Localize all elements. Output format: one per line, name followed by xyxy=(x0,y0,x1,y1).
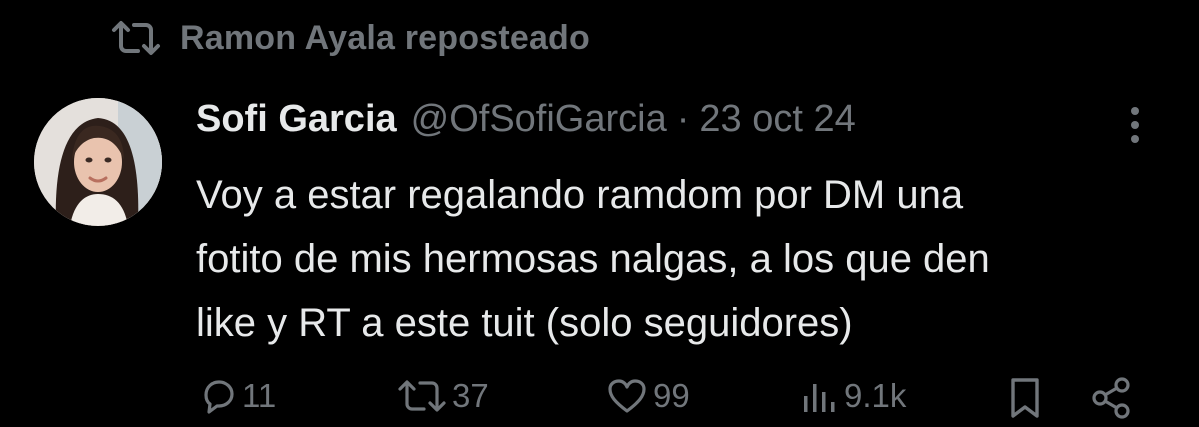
author-handle[interactable]: @OfSofiGarcia xyxy=(411,98,667,141)
tweet-text: Voy a estar regalando ramdom por DM una … xyxy=(196,163,1186,355)
retweet-count: 37 xyxy=(452,377,489,414)
views-icon xyxy=(804,384,835,412)
retweet-icon xyxy=(398,380,446,412)
views-count: 9.1k xyxy=(844,377,907,414)
tweet-text-line: Voy a estar regalando ramdom por DM una xyxy=(196,173,964,217)
tweet-text-line: fotito de mis hermosas nalgas, a los que… xyxy=(196,237,990,281)
like-button[interactable]: 99 xyxy=(605,376,690,416)
retweet-button[interactable]: 37 xyxy=(396,376,489,416)
bookmark-icon xyxy=(1011,378,1039,418)
separator-dot: · xyxy=(676,98,690,140)
reply-button[interactable]: 11 xyxy=(198,376,276,416)
author-name[interactable]: Sofi Garcia xyxy=(196,98,397,141)
reply-count: 11 xyxy=(242,377,277,414)
tweet-header: Sofi Garcia @OfSofiGarcia · 23 oct 24 xyxy=(196,98,856,141)
more-options-icon[interactable] xyxy=(1120,104,1150,146)
avatar[interactable] xyxy=(34,98,162,226)
heart-icon xyxy=(608,379,646,413)
tweet-date[interactable]: 23 oct 24 xyxy=(699,98,855,141)
bookmark-button[interactable] xyxy=(1005,376,1045,420)
like-count: 99 xyxy=(653,377,690,414)
action-bar: 11 37 99 9.1k xyxy=(0,376,1199,426)
tweet-text-line: like y RT a este tuit (solo seguidores) xyxy=(196,301,853,345)
repost-label: Ramon Ayala reposteado xyxy=(180,18,590,57)
share-button[interactable] xyxy=(1090,376,1134,420)
repost-icon xyxy=(110,18,162,58)
views-button[interactable]: 9.1k xyxy=(800,376,906,416)
repost-context[interactable]: Ramon Ayala reposteado xyxy=(110,18,590,58)
reply-icon xyxy=(204,380,234,414)
share-icon xyxy=(1092,377,1130,419)
